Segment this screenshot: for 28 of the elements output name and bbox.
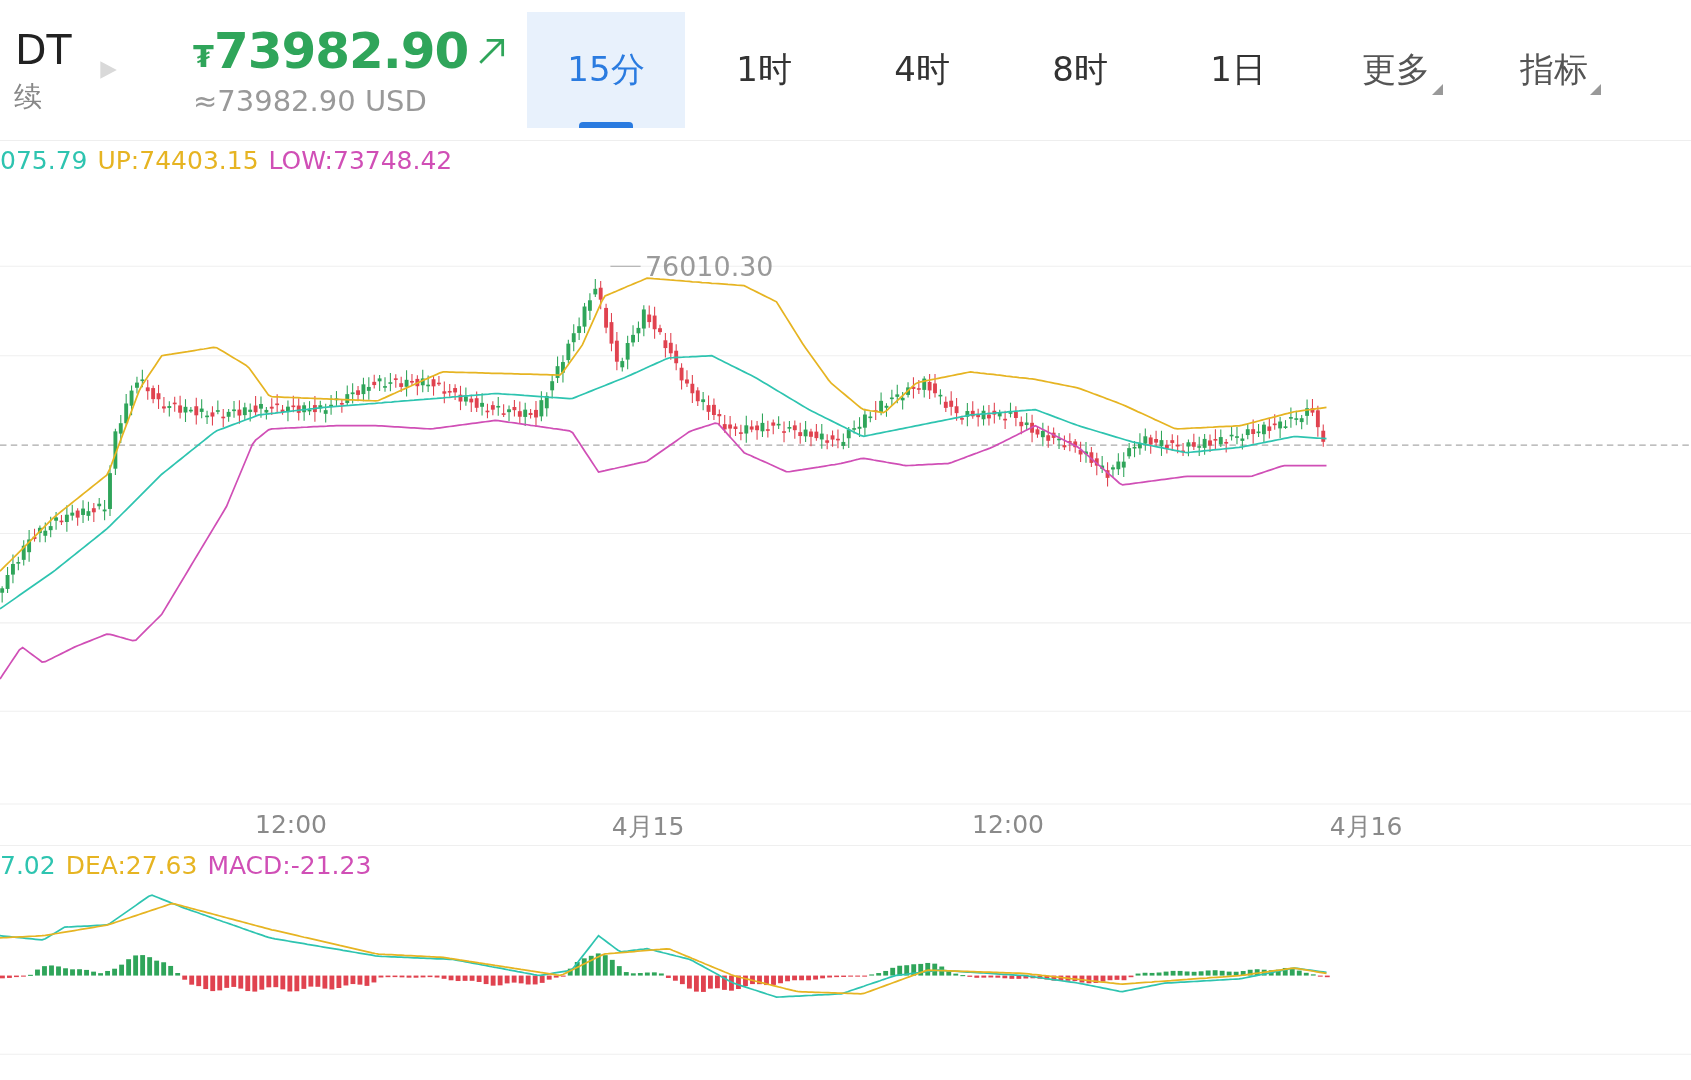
- period-tab[interactable]: 指标: [1475, 12, 1633, 128]
- play-icon[interactable]: [97, 59, 119, 81]
- indicator-value: UP:74403.15: [97, 145, 259, 175]
- axis-label: 4月16: [1329, 811, 1403, 843]
- leader-line: [609, 265, 642, 267]
- period-tab[interactable]: 15分: [527, 12, 685, 128]
- selected-indicator: [579, 122, 633, 128]
- indicator-value: LOW:73748.42: [268, 145, 453, 175]
- currency-symbol: ₮: [193, 38, 214, 74]
- period-tab[interactable]: 4时: [843, 12, 1001, 128]
- axis-label: 12:00: [255, 810, 327, 839]
- period-tab[interactable]: 1日: [1159, 12, 1317, 128]
- dropdown-corner-icon: [1590, 84, 1601, 95]
- period-tab[interactable]: 更多: [1317, 12, 1475, 128]
- period-tab[interactable]: 8时: [1001, 12, 1159, 128]
- indicator-value: DEA:27.63: [65, 850, 198, 880]
- indicator-value: 075.79: [0, 145, 88, 175]
- contract-type: 续: [14, 78, 43, 115]
- dropdown-corner-icon: [1432, 84, 1443, 95]
- usd-price: ≈73982.90 USD: [193, 84, 428, 118]
- axis-label: 12:00: [972, 810, 1044, 839]
- period-tab[interactable]: 1时: [685, 12, 843, 128]
- last-price: 73982.90: [213, 22, 469, 80]
- indicator-value: 7.02: [0, 850, 56, 880]
- indicator-value: MACD:-21.23: [207, 850, 372, 880]
- max-price-label: 76010.30: [644, 251, 774, 282]
- symbol-name: DT: [15, 28, 73, 74]
- axis-label: 4月15: [611, 811, 685, 843]
